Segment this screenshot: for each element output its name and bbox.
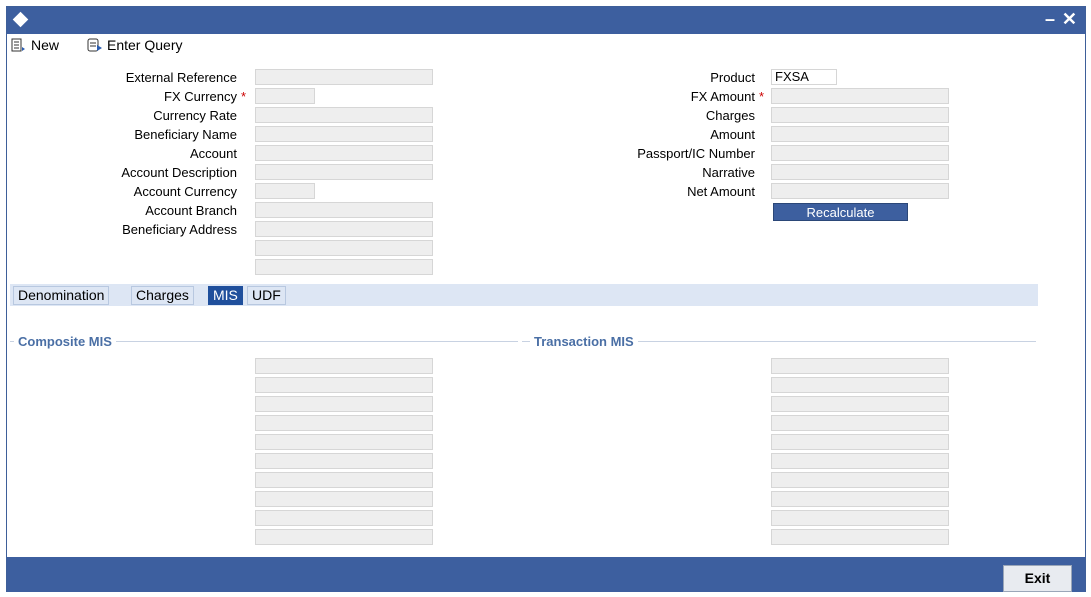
new-label: New — [31, 37, 60, 53]
recalculate-button[interactable]: Recalculate — [773, 203, 908, 221]
left-field-label: Beneficiary Address — [122, 222, 237, 237]
product-field[interactable]: FXSA — [771, 69, 837, 85]
composite-mis-title: Composite MIS — [14, 334, 116, 349]
composite-mis-field[interactable] — [255, 472, 433, 488]
right-field-label: Product — [710, 70, 755, 85]
left-field-label: Currency Rate — [153, 108, 237, 123]
left-field-label: Account Description — [121, 165, 237, 180]
left-field-input[interactable] — [255, 88, 315, 104]
close-button[interactable]: ✕ — [1062, 9, 1077, 30]
transaction-mis-field[interactable] — [771, 472, 949, 488]
window-menu-icon[interactable] — [12, 11, 29, 28]
required-marker: * — [241, 89, 247, 104]
right-field-input[interactable] — [771, 145, 949, 161]
left-field-input[interactable] — [255, 202, 433, 218]
transaction-mis-field[interactable] — [771, 396, 949, 412]
right-field-input[interactable] — [771, 183, 949, 199]
left-field-label: Account Branch — [145, 203, 237, 218]
right-field-label: Passport/IC Number — [637, 146, 755, 161]
right-field-label: FX Amount — [690, 89, 755, 104]
composite-mis-field[interactable] — [255, 529, 433, 545]
right-field-label: Narrative — [702, 165, 755, 180]
minimize-button[interactable]: – — [1045, 9, 1055, 30]
composite-mis-field[interactable] — [255, 510, 433, 526]
transaction-mis-title: Transaction MIS — [530, 334, 638, 349]
beneficiary-address-line[interactable] — [255, 259, 433, 275]
composite-mis-field[interactable] — [255, 434, 433, 450]
required-marker: * — [759, 89, 765, 104]
left-field-input[interactable] — [255, 221, 433, 237]
composite-mis-field[interactable] — [255, 358, 433, 374]
transaction-mis-field[interactable] — [771, 377, 949, 393]
transaction-mis-field[interactable] — [771, 358, 949, 374]
right-field-input[interactable] — [771, 126, 949, 142]
left-field-label: Account — [190, 146, 237, 161]
tab-strip: Denomination Charges MIS UDF — [10, 284, 1038, 306]
composite-mis-field[interactable] — [255, 453, 433, 469]
right-field-input[interactable] — [771, 88, 949, 104]
toolbar: New Enter Query — [7, 34, 1085, 59]
enter-query-icon — [87, 38, 102, 52]
composite-mis-field[interactable] — [255, 415, 433, 431]
left-field-label: Beneficiary Name — [134, 127, 237, 142]
right-field-label: Charges — [705, 108, 755, 123]
tab-denomination[interactable]: Denomination — [13, 286, 110, 305]
tab-udf[interactable]: UDF — [247, 286, 286, 305]
composite-mis-section: Composite MIS — [10, 334, 518, 349]
right-field-label: Net Amount — [687, 184, 755, 199]
left-field-input[interactable] — [255, 107, 433, 123]
left-field-label: FX Currency — [164, 89, 237, 104]
right-field-input[interactable] — [771, 107, 949, 123]
new-button[interactable]: New — [11, 37, 59, 53]
transaction-mis-field[interactable] — [771, 510, 949, 526]
title-bar: – ✕ — [7, 7, 1085, 34]
left-field-input[interactable] — [255, 145, 433, 161]
transaction-mis-field[interactable] — [771, 453, 949, 469]
transaction-mis-field[interactable] — [771, 434, 949, 450]
beneficiary-address-line[interactable] — [255, 240, 433, 256]
exit-button[interactable]: Exit — [1003, 565, 1072, 592]
transaction-mis-field[interactable] — [771, 529, 949, 545]
transaction-mis-field[interactable] — [771, 491, 949, 507]
left-field-label: External Reference — [125, 70, 237, 85]
transaction-mis-field[interactable] — [771, 415, 949, 431]
tab-mis[interactable]: MIS — [208, 286, 243, 305]
composite-mis-field[interactable] — [255, 491, 433, 507]
transaction-mis-section: Transaction MIS — [522, 334, 1036, 349]
composite-mis-field[interactable] — [255, 377, 433, 393]
right-field-input[interactable] — [771, 164, 949, 180]
tab-charges[interactable]: Charges — [131, 286, 194, 305]
composite-mis-field[interactable] — [255, 396, 433, 412]
enter-query-button[interactable]: Enter Query — [87, 37, 182, 53]
left-field-input[interactable] — [255, 126, 433, 142]
left-field-input[interactable] — [255, 69, 433, 85]
footer-bar: Exit — [7, 557, 1085, 592]
new-icon — [11, 38, 25, 52]
left-field-label: Account Currency — [133, 184, 237, 199]
right-field-label: Amount — [710, 127, 755, 142]
enter-query-label: Enter Query — [107, 37, 183, 53]
left-field-input[interactable] — [255, 164, 433, 180]
fx-sale-window: – ✕ New Enter Query External Reference FX… — [6, 6, 1086, 592]
left-field-input[interactable] — [255, 183, 315, 199]
